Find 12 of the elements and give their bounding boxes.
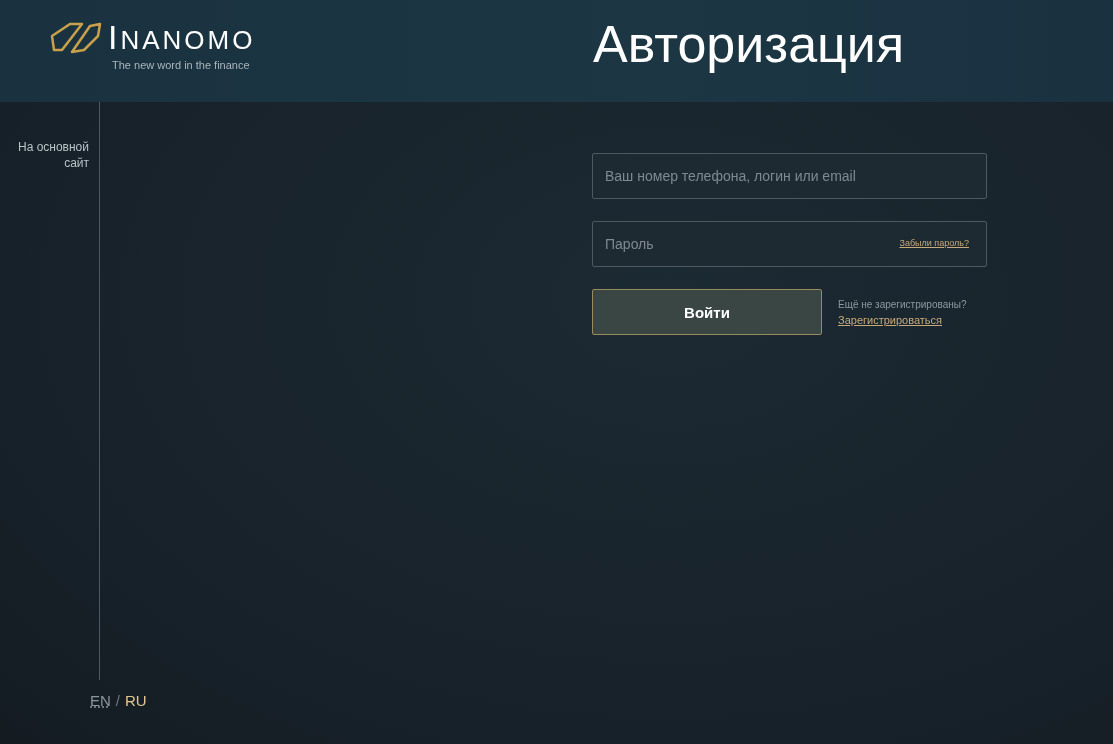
register-link[interactable]: Зарегистрироваться [838, 313, 967, 326]
page-title: Авторизация [593, 14, 905, 74]
language-link[interactable]: RU [125, 692, 147, 709]
separator: / [115, 692, 120, 709]
login-field[interactable]: Ваш номер телефона, логин или email [592, 153, 987, 199]
brand-name: INANOMO [108, 18, 256, 57]
register-prompt: Ещё не зарегистрированы? [838, 298, 967, 310]
login-button[interactable]: Войти [592, 289, 822, 335]
forgot-password-link[interactable]: Забыли пароль? [899, 238, 969, 248]
tagline: The new word in the finance [112, 59, 251, 71]
main-site-link[interactable]: На основной сайт [0, 139, 99, 171]
language-link[interactable]: EN [90, 692, 111, 709]
